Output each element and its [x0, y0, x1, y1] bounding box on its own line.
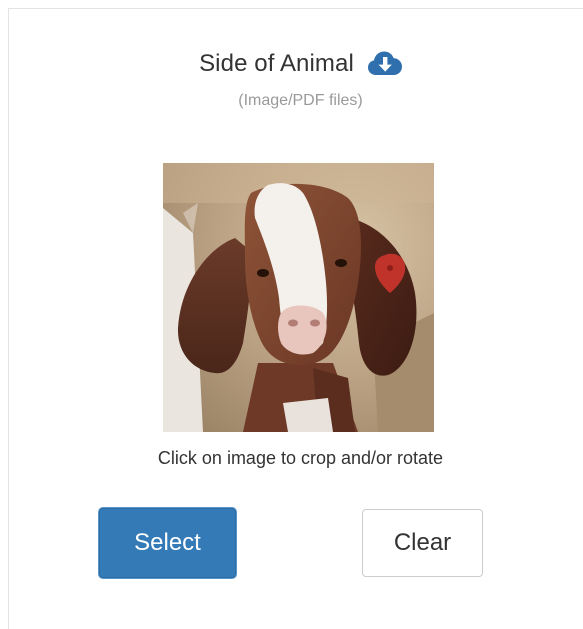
- cloud-download-icon[interactable]: [367, 51, 402, 77]
- crop-hint: Click on image to crop and/or rotate: [157, 448, 444, 468]
- upload-title: Side of Animal: [199, 50, 354, 77]
- upload-header: Side of Animal: [0, 50, 583, 82]
- file-types-note: (Image/PDF files): [238, 92, 363, 109]
- animal-photo[interactable]: [163, 163, 434, 432]
- select-button[interactable]: Select: [99, 508, 236, 578]
- clear-button[interactable]: Clear: [362, 509, 483, 577]
